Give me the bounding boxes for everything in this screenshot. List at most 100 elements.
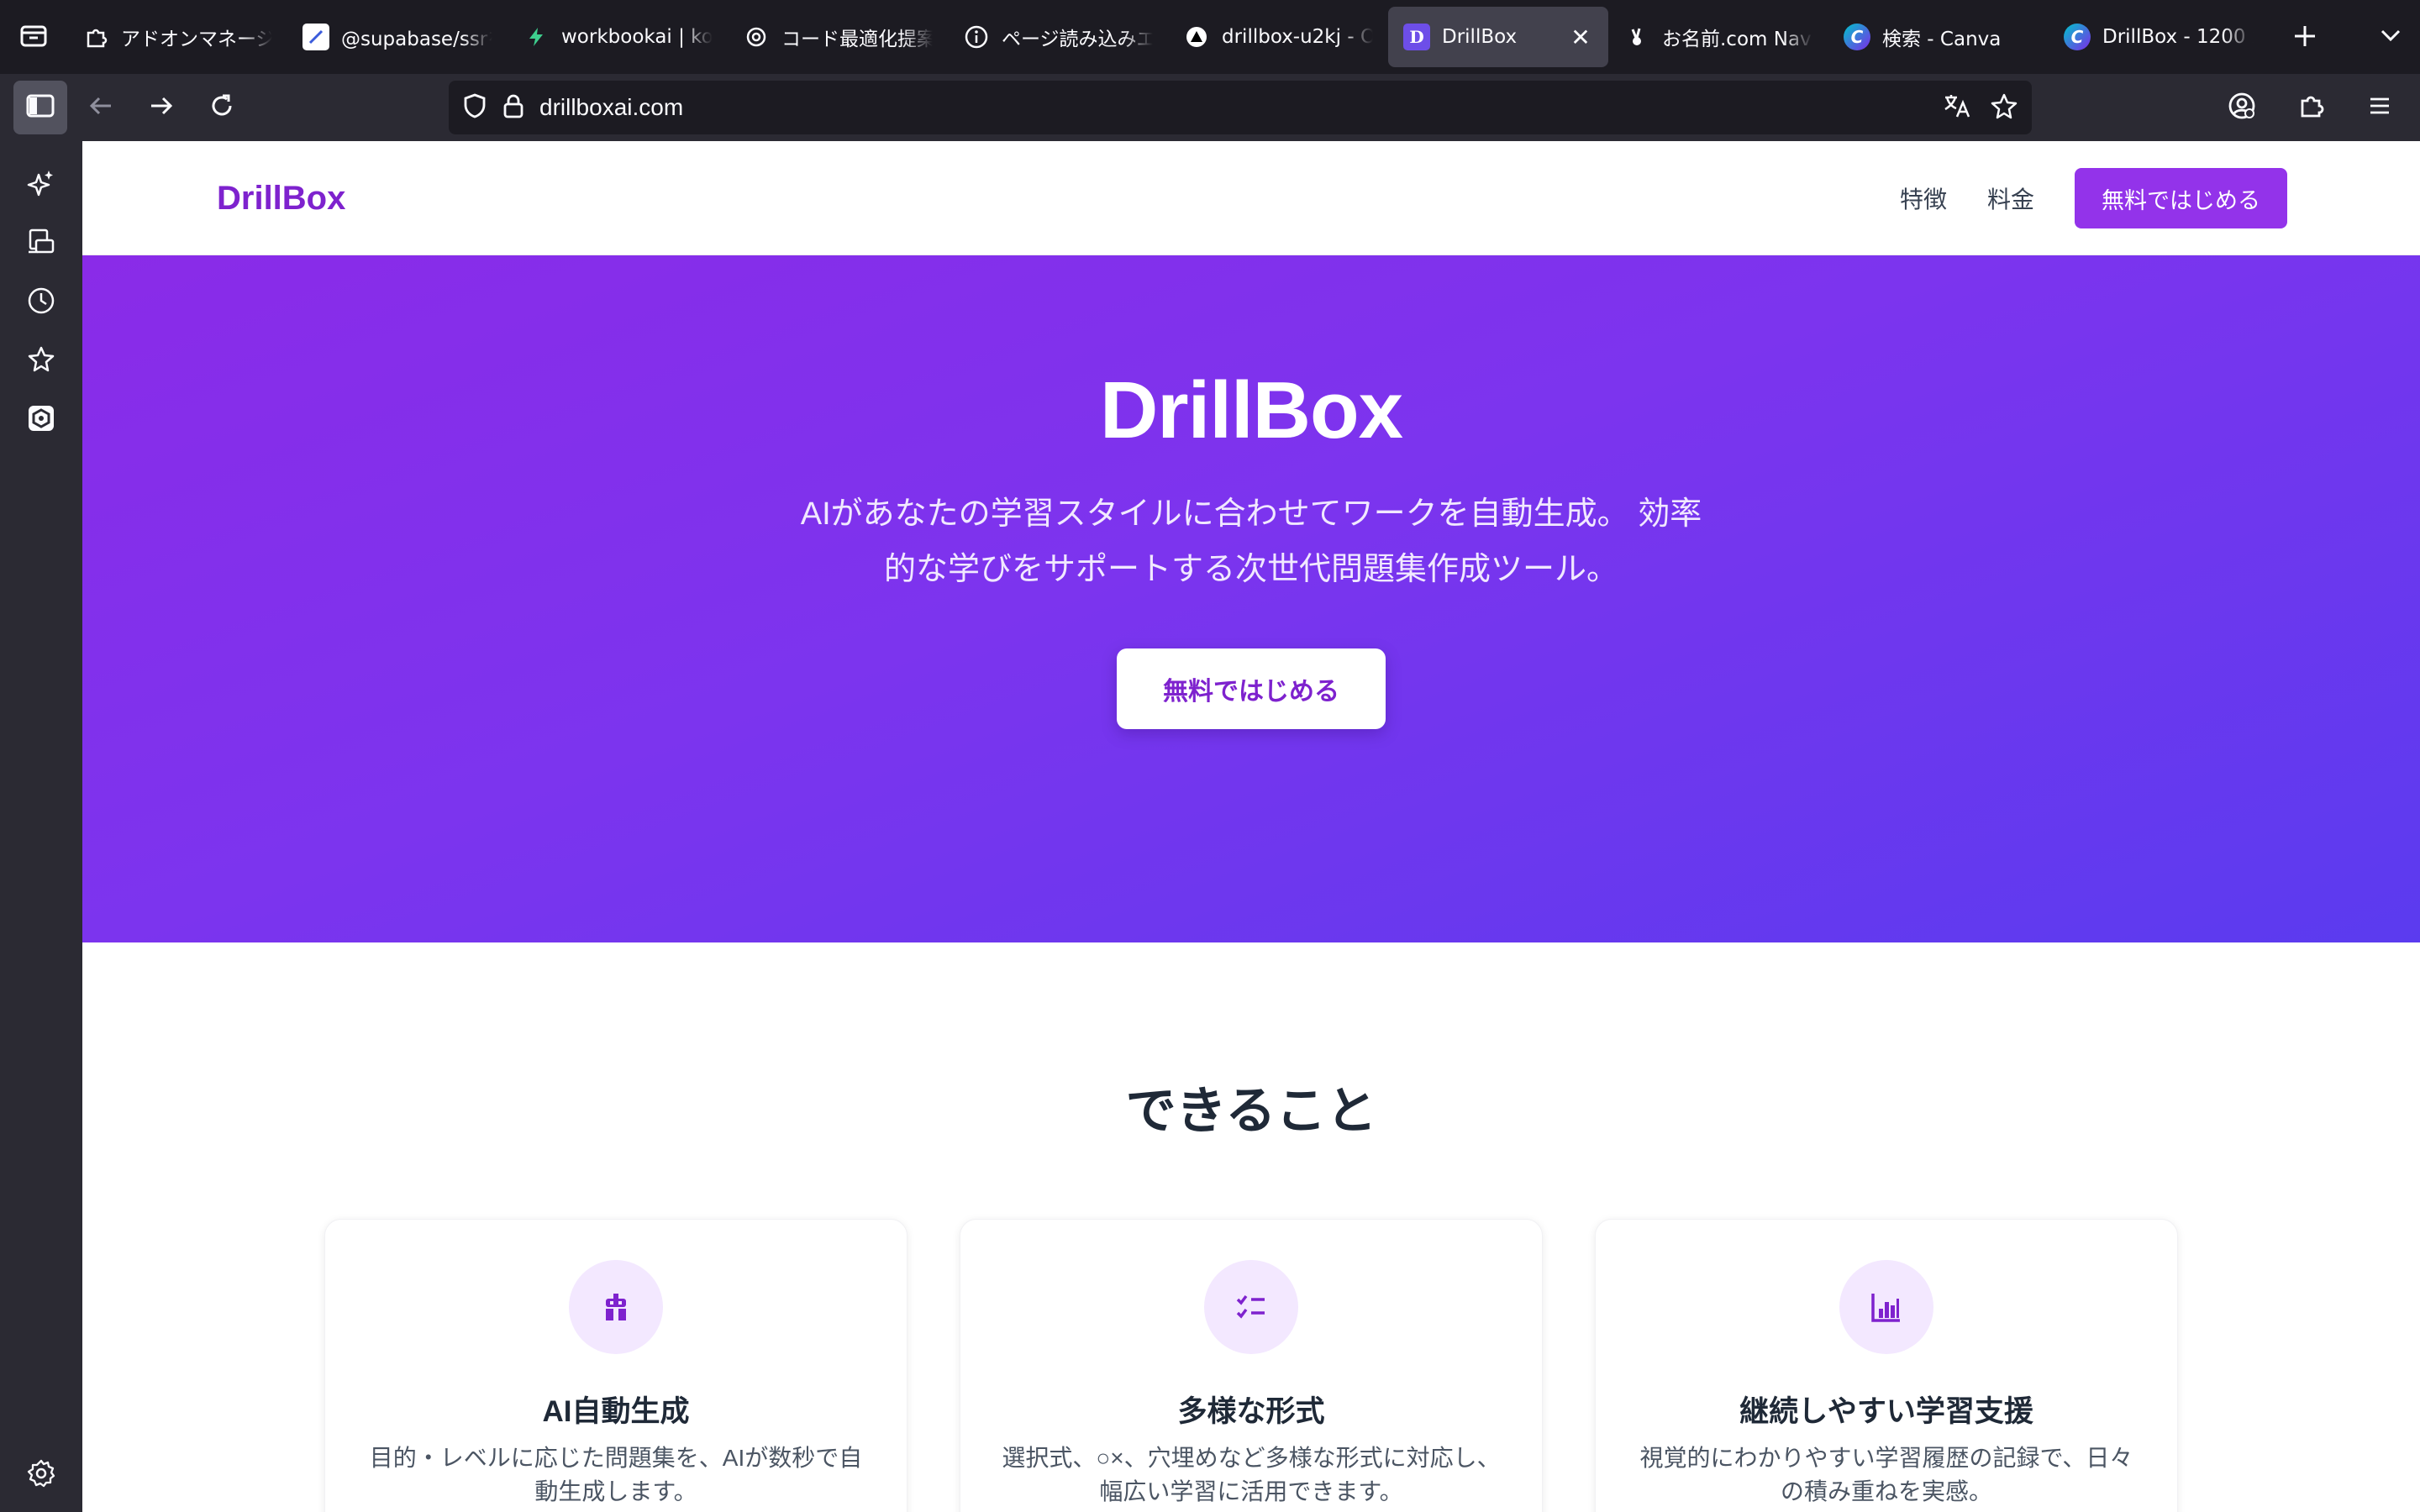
- lock-icon[interactable]: [502, 93, 524, 122]
- all-tabs-button[interactable]: [0, 0, 67, 74]
- app-menu-button[interactable]: [2353, 81, 2407, 134]
- new-tab-button[interactable]: [2275, 0, 2334, 74]
- navigation-toolbar: drillboxai.com: [0, 74, 2420, 141]
- feature-card-ai-generation: AI自動生成 目的・レベルに応じた問題集を、AIが数秒で自 動生成します。: [324, 1219, 908, 1512]
- tab-page-load-error[interactable]: ページ読み込みエ: [948, 7, 1168, 67]
- extension-sidebar-button[interactable]: [21, 400, 61, 440]
- tab-addon-manager[interactable]: アドオンマネージ: [67, 7, 287, 67]
- puzzle-icon: [82, 24, 109, 50]
- url-bar-actions: [1943, 92, 2018, 123]
- tab-drillbox-active[interactable]: D DrillBox ✕: [1388, 7, 1608, 67]
- robot-icon: [569, 1260, 663, 1354]
- star-icon: [26, 344, 56, 378]
- feature-card-description-line: 動生成します。: [534, 1478, 697, 1504]
- arrow-right-icon: [148, 92, 175, 123]
- sidebar-toggle-button[interactable]: [13, 81, 67, 134]
- sidebar-settings-button[interactable]: [21, 1455, 61, 1495]
- feature-card-description: 視覚的にわかりやすい学習履歴の記録で、日々 の積み重ねを実感。: [1629, 1441, 2144, 1509]
- feature-card-description: 選択式、○×、穴埋めなど多様な形式に対応し、 幅広い学習に活用できます。: [994, 1441, 1508, 1509]
- shield-icon[interactable]: [462, 92, 487, 123]
- bookmarks-button[interactable]: [21, 341, 61, 381]
- tab-workbookai[interactable]: workbookai | kos: [508, 7, 728, 67]
- tab-title: workbookai | kos: [561, 26, 713, 48]
- account-button[interactable]: [2215, 81, 2269, 134]
- back-button[interactable]: [74, 81, 128, 134]
- features-title: できること: [1125, 1083, 1377, 1139]
- extensions-button[interactable]: [2284, 81, 2338, 134]
- tab-title: アドオンマネージ: [121, 29, 272, 50]
- site-nav: 特徴 料金 無料ではじめる: [1900, 168, 2287, 228]
- header-signup-button[interactable]: 無料ではじめる: [2075, 168, 2287, 228]
- doc-icon: [302, 24, 329, 50]
- tab-strip: アドオンマネージ @supabase/ssrを workbookai | kos…: [0, 0, 2420, 74]
- tab-title: drillbox-u2kj - O: [1222, 26, 1373, 48]
- tab-vercel[interactable]: drillbox-u2kj - O: [1168, 7, 1388, 67]
- tab-list: アドオンマネージ @supabase/ssrを workbookai | kos…: [67, 0, 2269, 74]
- feature-card-learning-support: 継続しやすい学習支援 視覚的にわかりやすい学習履歴の記録で、日々 の積み重ねを実…: [1595, 1219, 2178, 1512]
- arrow-left-icon: [87, 92, 114, 123]
- tab-title: DrillBox - 1200 x: [2102, 26, 2254, 48]
- ai-chatbot-button[interactable]: [21, 165, 61, 205]
- puzzle-icon: [2296, 92, 2325, 123]
- tab-chatgpt[interactable]: コード最適化提案: [728, 7, 948, 67]
- hero-signup-button[interactable]: 無料ではじめる: [1117, 648, 1386, 729]
- hero-title: DrillBox: [1099, 365, 1403, 455]
- canva-icon: C: [2064, 24, 2091, 50]
- tab-onamae[interactable]: お名前.com Navi: [1608, 7, 1828, 67]
- tab-title: ページ読み込みエ: [1002, 29, 1153, 50]
- list-all-tabs-button[interactable]: [2361, 0, 2420, 74]
- forward-button[interactable]: [134, 81, 188, 134]
- url-bar[interactable]: drillboxai.com: [449, 81, 2032, 134]
- clock-icon: [26, 286, 56, 319]
- url-text[interactable]: drillboxai.com: [539, 94, 683, 121]
- bookmark-star-icon[interactable]: [1990, 92, 2018, 123]
- rabbit-icon: [1623, 24, 1650, 50]
- bolt-icon: [523, 24, 550, 50]
- feature-card-description-line: 目的・レベルに応じた問題集を、AIが数秒で自: [369, 1445, 863, 1471]
- site-logo[interactable]: DrillBox: [217, 180, 345, 218]
- checklist-icon: [1204, 1260, 1298, 1354]
- tab-title: DrillBox: [1442, 26, 1518, 48]
- chevron-down-icon: [2378, 23, 2403, 51]
- synced-tabs-button[interactable]: [21, 223, 61, 264]
- browser-sidebar: [0, 141, 82, 1512]
- d-favicon: D: [1403, 24, 1430, 50]
- feature-card-description-line: の積み重ねを実感。: [1780, 1478, 1992, 1504]
- sparkles-icon: [26, 168, 56, 202]
- site-header: DrillBox 特徴 料金 無料ではじめる: [82, 141, 2420, 255]
- reload-icon: [208, 92, 235, 123]
- info-icon: [963, 24, 990, 50]
- tab-supabase[interactable]: @supabase/ssrを: [287, 7, 508, 67]
- nav-link-pricing[interactable]: 料金: [1987, 181, 2034, 215]
- hamburger-menu-icon: [2367, 93, 2392, 122]
- toolbar-right: [2208, 81, 2407, 134]
- devices-icon: [26, 227, 56, 260]
- tab-canva-search[interactable]: C 検索 - Canva: [1828, 7, 2049, 67]
- openai-icon: [743, 24, 770, 50]
- feature-card-title: 多様な形式: [1177, 1395, 1325, 1428]
- feature-card-title: AI自動生成: [542, 1395, 690, 1428]
- tab-title: 検索 - Canva: [1882, 29, 2002, 50]
- tab-list-icon: [18, 20, 49, 54]
- tab-title: コード最適化提案: [781, 29, 933, 50]
- gear-icon: [26, 1458, 56, 1492]
- nav-link-features[interactable]: 特徴: [1900, 181, 1947, 215]
- web-page: DrillBox 特徴 料金 無料ではじめる DrillBox AIがあなたの学…: [82, 141, 2420, 1512]
- hero-subtitle: AIがあなたの学習スタイルに合わせてワークを自動生成。 効率 的な学びをサポート…: [755, 486, 1747, 597]
- account-icon: [2227, 91, 2257, 124]
- close-tab-icon[interactable]: ✕: [1568, 24, 1593, 51]
- hero-subtitle-line: 的な学びをサポートする次世代問題集作成ツール。: [883, 552, 1618, 587]
- feature-card-description-line: 幅広い学習に活用できます。: [1099, 1478, 1403, 1504]
- triangle-icon: [1183, 24, 1210, 50]
- tab-title: お名前.com Navi: [1662, 29, 1813, 50]
- reload-button[interactable]: [195, 81, 249, 134]
- tab-canva-drillbox[interactable]: C DrillBox - 1200 x: [2049, 7, 2269, 67]
- extension-logo-icon: [26, 403, 56, 437]
- plus-icon: [2291, 17, 2318, 58]
- bar-chart-icon: [1839, 1260, 1933, 1354]
- history-button[interactable]: [21, 282, 61, 323]
- feature-card-description: 目的・レベルに応じた問題集を、AIが数秒で自 動生成します。: [359, 1441, 873, 1509]
- feature-card-description-line: 選択式、○×、穴埋めなど多様な形式に対応し、: [1002, 1445, 1501, 1471]
- translate-icon[interactable]: [1943, 92, 1971, 123]
- sidebar-icon: [26, 93, 55, 122]
